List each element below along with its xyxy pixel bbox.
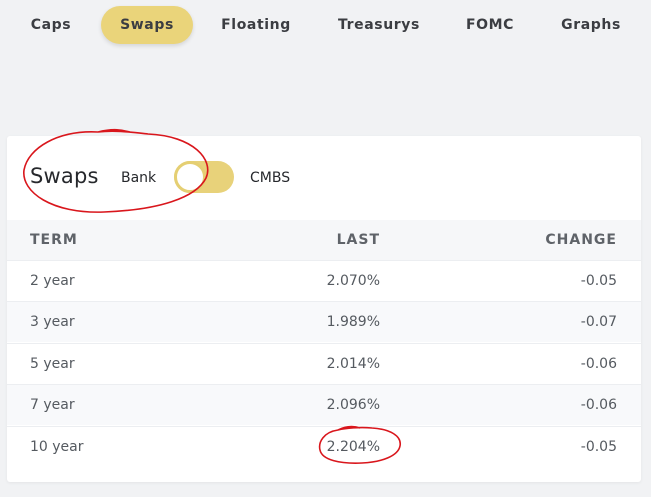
cell-term: 2 year <box>30 273 75 289</box>
card-title: Swaps <box>30 164 99 188</box>
cell-change: -0.05 <box>580 439 617 455</box>
cell-term: 5 year <box>30 356 75 372</box>
header-term[interactable]: TERM <box>30 232 78 248</box>
tab-fomc[interactable]: FOMC <box>457 6 523 44</box>
toggle-knob[interactable] <box>174 161 206 193</box>
table-row: 7 year 2.096% -0.06 <box>7 384 641 425</box>
toggle-label-bank[interactable]: Bank <box>121 170 156 186</box>
tab-floating[interactable]: Floating <box>214 6 298 44</box>
bank-cmbs-toggle[interactable] <box>174 161 234 193</box>
tab-treasurys[interactable]: Treasurys <box>331 6 427 44</box>
tab-swaps[interactable]: Swaps <box>101 6 193 44</box>
cell-last: 1.989% <box>326 314 380 330</box>
top-nav: Caps Swaps Floating Treasurys FOMC Graph… <box>0 0 651 50</box>
tab-graphs[interactable]: Graphs <box>553 6 629 44</box>
cell-last: 2.204% <box>326 439 380 455</box>
cell-last: 2.096% <box>326 397 380 413</box>
cell-change: -0.06 <box>580 356 617 372</box>
header-change[interactable]: CHANGE <box>545 232 617 248</box>
cell-change: -0.06 <box>580 397 617 413</box>
table-row: 5 year 2.014% -0.06 <box>7 343 641 384</box>
table-row: 10 year 2.204% -0.05 <box>7 426 641 467</box>
toggle-label-cmbs[interactable]: CMBS <box>250 170 290 186</box>
cell-term: 7 year <box>30 397 75 413</box>
cell-change: -0.05 <box>580 273 617 289</box>
tab-caps[interactable]: Caps <box>18 6 84 44</box>
cell-last: 2.014% <box>326 356 380 372</box>
cell-change: -0.07 <box>580 314 617 330</box>
swaps-card: Swaps Bank CMBS TERM LAST CHANGE 2 year … <box>7 136 641 482</box>
table-row: 3 year 1.989% -0.07 <box>7 301 641 342</box>
cell-term: 3 year <box>30 314 75 330</box>
cell-last: 2.070% <box>326 273 380 289</box>
cell-term: 10 year <box>30 439 84 455</box>
table-header: TERM LAST CHANGE <box>7 220 641 260</box>
header-last[interactable]: LAST <box>337 232 380 248</box>
table-row: 2 year 2.070% -0.05 <box>7 260 641 301</box>
